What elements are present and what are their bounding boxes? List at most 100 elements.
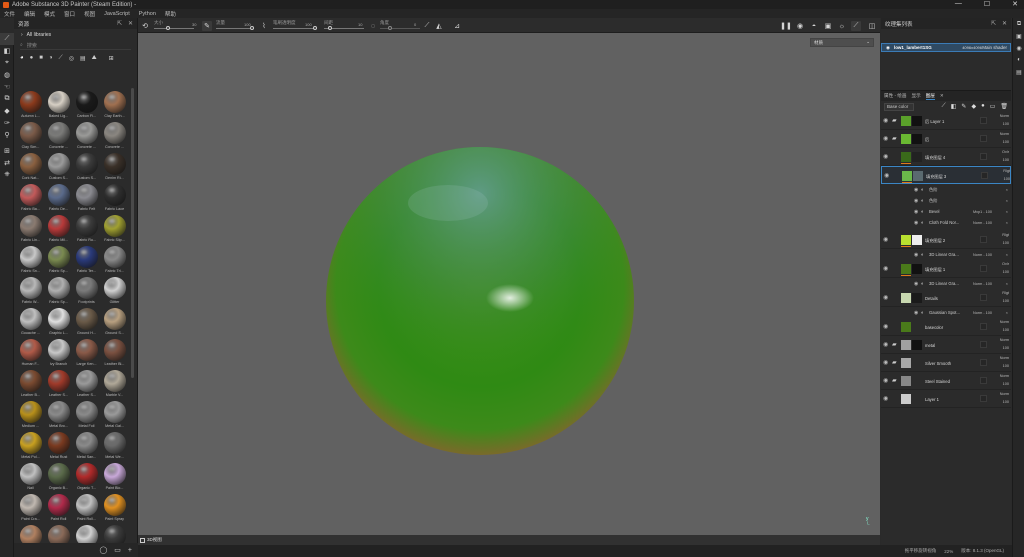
- add-fill-layer-icon[interactable]: ◆: [971, 103, 976, 110]
- menu-view[interactable]: 视图: [84, 10, 95, 18]
- size-knob[interactable]: [166, 26, 170, 30]
- layer-name[interactable]: 后: [925, 137, 929, 143]
- tab-layers[interactable]: 图层: [925, 93, 935, 100]
- layer-opacity[interactable]: 100: [991, 122, 1009, 126]
- layer-blend-mode[interactable]: Norm: [991, 114, 1009, 118]
- material-tile[interactable]: Human F...: [17, 338, 44, 369]
- smudge-icon[interactable]: ☜: [0, 81, 14, 93]
- effect-row[interactable]: ◉ ◐ 3D Linear Gra... Norm - 100 ×: [881, 249, 1011, 260]
- layer-select-checkbox[interactable]: [980, 153, 987, 160]
- layer-opacity[interactable]: 100: [991, 328, 1009, 332]
- eye-icon[interactable]: ◉: [886, 45, 890, 51]
- viewport-tab[interactable]: 3D视图: [138, 535, 880, 545]
- effect-remove-icon[interactable]: ×: [1006, 220, 1008, 225]
- tab-properties[interactable]: 属性 - 绘画: [884, 93, 906, 99]
- channel-dropdown[interactable]: Base color: [884, 102, 914, 111]
- viewport-settings-icon[interactable]: ◓: [809, 21, 819, 31]
- add-paint-layer-icon[interactable]: ✎: [961, 103, 966, 110]
- close-icon[interactable]: ✕: [1012, 0, 1018, 8]
- effect-visibility-eye-icon[interactable]: ◉: [914, 281, 918, 287]
- layer-blend-mode[interactable]: Norm: [991, 374, 1009, 378]
- material-tile[interactable]: Denim Ri...: [101, 152, 128, 183]
- layer-select-checkbox[interactable]: [980, 323, 987, 330]
- material-tile[interactable]: Leather Bl...: [101, 338, 128, 369]
- material-tile[interactable]: Ground S...: [101, 307, 128, 338]
- material-tile[interactable]: Organic B...: [45, 462, 72, 493]
- add-group-icon[interactable]: ▭: [990, 103, 996, 110]
- layer-blend-mode[interactable]: Rlgt: [991, 233, 1009, 237]
- filter-smart-materials-icon[interactable]: ●: [30, 55, 34, 61]
- material-tile[interactable]: Baked Lig...: [45, 90, 72, 121]
- layer-name[interactable]: 填充图层 3: [926, 174, 946, 180]
- layer-row[interactable]: ◉ ▰ 后 Layer 1 Norm 100: [881, 112, 1011, 130]
- viewport-mode-dropdown[interactable]: 材质: [810, 38, 874, 47]
- material-tile[interactable]: Metal We...: [101, 431, 128, 462]
- material-tile[interactable]: Organic T...: [73, 462, 100, 493]
- effect-visibility-eye-icon[interactable]: ◉: [914, 220, 918, 226]
- layer-select-checkbox[interactable]: [980, 377, 987, 384]
- layer-row[interactable]: ◉ 填充图层 3 Rlgt 100: [881, 166, 1011, 184]
- layer-row[interactable]: ◉ ▰ metal Norm 100: [881, 336, 1011, 354]
- layer-blend-mode[interactable]: Ovlr: [991, 150, 1009, 154]
- layer-row[interactable]: ◉ ▰ 后 Norm 100: [881, 130, 1011, 148]
- material-tile[interactable]: Fabric Ru...: [73, 214, 100, 245]
- effect-blend[interactable]: Norm - 100: [973, 282, 992, 286]
- filter-textures-icon[interactable]: ■: [39, 55, 43, 61]
- tab-display[interactable]: 显示: [911, 93, 920, 99]
- layer-blend-mode[interactable]: Norm: [991, 132, 1009, 136]
- material-tile[interactable]: Fabric W...: [17, 276, 44, 307]
- stroke-opacity-slider[interactable]: 笔刷透明度 100: [271, 20, 321, 31]
- anchor-icon[interactable]: ⎈: [0, 169, 14, 181]
- material-tile[interactable]: Metal Gal...: [101, 400, 128, 431]
- painted-sphere[interactable]: [138, 33, 880, 545]
- material-tile[interactable]: Autumn L...: [17, 90, 44, 121]
- filter-alphas-icon[interactable]: ◑: [49, 55, 53, 61]
- layer-select-checkbox[interactable]: [980, 395, 987, 402]
- layer-name[interactable]: Layer 1: [925, 397, 939, 402]
- search-input[interactable]: ⌕ 搜索: [20, 41, 131, 50]
- layer-visibility-eye-icon[interactable]: ◉: [883, 135, 888, 142]
- effect-row[interactable]: ◉ ◐ Bevel Mxp1 - 100 ×: [881, 206, 1011, 217]
- layer-select-checkbox[interactable]: [980, 135, 987, 142]
- layer-row[interactable]: ◉ basecolor Norm 100: [881, 318, 1011, 336]
- effect-remove-icon[interactable]: ×: [1006, 187, 1008, 192]
- effect-visibility-eye-icon[interactable]: ◉: [914, 310, 918, 316]
- material-tile[interactable]: Metal Bro...: [45, 400, 72, 431]
- delete-layer-icon[interactable]: 🗑: [1000, 103, 1008, 110]
- shader-settings-dock-icon[interactable]: ◐: [1013, 54, 1024, 66]
- angle-jitter-icon[interactable]: ◌: [368, 21, 378, 31]
- layer-select-checkbox[interactable]: [980, 341, 987, 348]
- spacing-knob[interactable]: [328, 26, 332, 30]
- filter-brushes-icon[interactable]: ⟋: [59, 55, 63, 62]
- menu-file[interactable]: 文件: [4, 10, 15, 18]
- add-icon[interactable]: +: [128, 547, 132, 554]
- layer-visibility-eye-icon[interactable]: ◉: [883, 294, 888, 301]
- menu-javascript[interactable]: JavaScript: [104, 11, 130, 17]
- layer-visibility-eye-icon[interactable]: ◉: [883, 265, 888, 272]
- angle-slider[interactable]: 角度 0: [378, 20, 422, 31]
- layer-opacity[interactable]: 100: [991, 346, 1009, 350]
- folder-icon[interactable]: ▭: [114, 546, 121, 554]
- tab-close-icon[interactable]: ✕: [940, 93, 944, 99]
- layer-name[interactable]: 填充图层 1: [925, 267, 945, 273]
- material-tile[interactable]: Fabric Slip...: [101, 214, 128, 245]
- eraser-icon[interactable]: ◧: [0, 45, 14, 57]
- maximize-icon[interactable]: ☐: [984, 0, 990, 8]
- filter-materials-icon[interactable]: ◕: [20, 55, 24, 61]
- layer-row[interactable]: ◉ 填充图层 2 Rlgt 100: [881, 231, 1011, 249]
- projection-icon[interactable]: ⌖: [0, 57, 14, 69]
- material-tile[interactable]: Paint Cra...: [17, 493, 44, 524]
- layer-opacity[interactable]: 100: [991, 299, 1009, 303]
- polygon-fill-icon[interactable]: ◆: [0, 105, 14, 117]
- paint-mode-icon[interactable]: ⟋: [851, 21, 861, 31]
- mirror-icon[interactable]: ⊿: [452, 21, 462, 31]
- layer-blend-mode[interactable]: Norm: [991, 356, 1009, 360]
- library-selector[interactable]: › All libraries: [14, 29, 137, 40]
- menu-edit[interactable]: 编辑: [24, 10, 35, 18]
- display-settings-dock-icon[interactable]: ◉: [1013, 42, 1024, 54]
- layer-row[interactable]: ◉ ▰ Silver Smooth Norm 100: [881, 354, 1011, 372]
- material-tile[interactable]: Paint Roll: [45, 493, 72, 524]
- geometry-mask-icon[interactable]: ◍: [0, 69, 14, 81]
- minimize-icon[interactable]: —: [955, 0, 962, 8]
- layer-mask-thumbnail[interactable]: [912, 264, 922, 274]
